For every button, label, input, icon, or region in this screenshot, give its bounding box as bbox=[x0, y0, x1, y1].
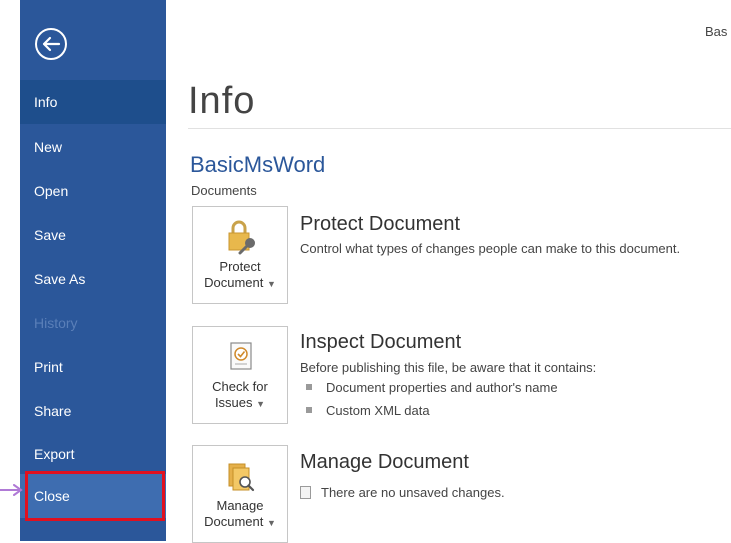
inspect-bullet-item: Document properties and author's name bbox=[306, 380, 558, 395]
check-tile-label-1: Check for bbox=[212, 379, 268, 394]
sidebar-item-new[interactable]: New bbox=[20, 125, 166, 169]
outer-margin bbox=[0, 0, 20, 541]
document-location[interactable]: Documents bbox=[191, 183, 257, 198]
window-title-fragment: Bas bbox=[705, 24, 728, 39]
inspect-document-description: Before publishing this file, be aware th… bbox=[300, 360, 597, 375]
manage-tile-label-1: Manage bbox=[216, 498, 264, 513]
sidebar-item-history: History bbox=[34, 315, 78, 331]
manage-document-icon bbox=[221, 456, 261, 496]
bullet-square-icon bbox=[306, 384, 312, 390]
sidebar-item-print[interactable]: Print bbox=[20, 345, 166, 389]
manage-tile-label-2: Document bbox=[204, 514, 264, 529]
chevron-down-icon: ▼ bbox=[266, 279, 276, 289]
title-divider bbox=[188, 128, 731, 129]
sidebar-item-share[interactable]: Share bbox=[20, 389, 166, 433]
sidebar-item-open[interactable]: Open bbox=[20, 169, 166, 213]
document-name: BasicMsWord bbox=[190, 152, 326, 177]
protect-document-button[interactable]: Protect Document ▼ bbox=[192, 206, 288, 304]
backstage-sidebar: Info New Open Save Save As History Print… bbox=[20, 0, 166, 541]
check-for-issues-button[interactable]: Check for Issues ▼ bbox=[192, 326, 288, 424]
document-icon bbox=[300, 486, 311, 499]
chevron-down-icon: ▼ bbox=[266, 518, 276, 528]
check-tile-label-2: Issues bbox=[214, 395, 253, 410]
manage-document-button[interactable]: Manage Document ▼ bbox=[192, 445, 288, 543]
sidebar-item-save-as[interactable]: Save As bbox=[20, 257, 166, 301]
chevron-down-icon: ▼ bbox=[256, 399, 266, 409]
inspect-document-title: Inspect Document bbox=[300, 331, 462, 353]
protect-document-description: Control what types of changes people can… bbox=[300, 241, 681, 256]
sidebar-item-export[interactable]: Export bbox=[20, 432, 166, 476]
sidebar-item-close[interactable]: Close bbox=[20, 474, 166, 518]
sidebar-item-info[interactable]: Info bbox=[20, 80, 166, 124]
manage-document-title: Manage Document bbox=[300, 451, 469, 473]
protect-document-title: Protect Document bbox=[300, 213, 461, 235]
inspect-document-icon bbox=[221, 337, 261, 377]
sidebar-item-save[interactable]: Save bbox=[20, 213, 166, 257]
bullet-square-icon bbox=[306, 407, 312, 413]
page-title: Info bbox=[188, 80, 256, 122]
protect-tile-label-1: Protect bbox=[219, 259, 261, 274]
protect-tile-label-2: Document bbox=[204, 275, 264, 290]
back-arrow-icon[interactable] bbox=[34, 27, 68, 61]
inspect-bullet-item: Custom XML data bbox=[306, 403, 430, 418]
pointer-arrow-icon bbox=[0, 483, 24, 496]
manage-document-note: There are no unsaved changes. bbox=[300, 485, 505, 500]
lock-key-icon bbox=[221, 217, 261, 257]
